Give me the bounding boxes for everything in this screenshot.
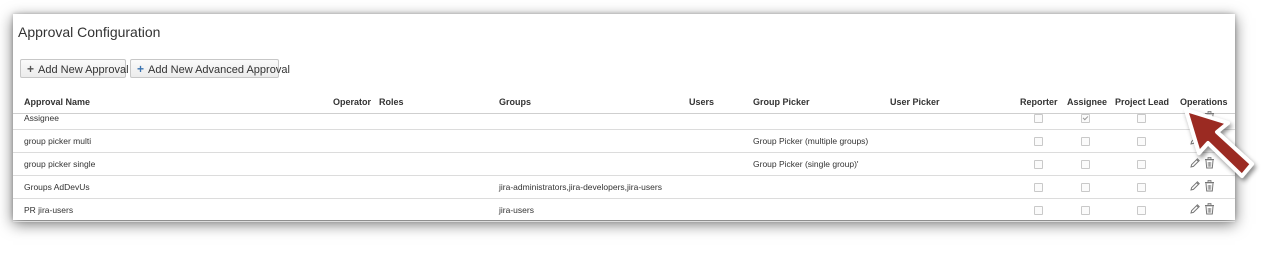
assignee-checkbox[interactable] (1081, 114, 1090, 123)
project-lead-checkbox[interactable] (1137, 114, 1146, 123)
table-row: group picker single Group Picker (single … (13, 153, 1235, 176)
assignee-checkbox[interactable] (1081, 160, 1090, 169)
reporter-checkbox[interactable] (1034, 114, 1043, 123)
cell-groups: jira-administrators,jira-developers,jira… (499, 182, 662, 192)
assignee-checkbox[interactable] (1081, 206, 1090, 215)
cell-name: group picker multi (24, 136, 92, 146)
cell-name: Assignee (24, 113, 59, 123)
project-lead-checkbox[interactable] (1137, 160, 1146, 169)
plus-icon: + (137, 62, 145, 76)
assignee-checkbox[interactable] (1081, 183, 1090, 192)
cell-name: Groups AdDevUs (24, 182, 90, 192)
reporter-checkbox[interactable] (1034, 206, 1043, 215)
cell-group-picker: Group Picker (multiple groups) (753, 136, 869, 146)
table-row: PR jira-users jira-users (13, 199, 1235, 222)
reporter-checkbox[interactable] (1034, 160, 1043, 169)
project-lead-checkbox[interactable] (1137, 183, 1146, 192)
project-lead-checkbox[interactable] (1137, 137, 1146, 146)
cell-group-picker: Group Picker (single group)' (753, 159, 859, 169)
reporter-checkbox[interactable] (1034, 183, 1043, 192)
cell-groups: jira-users (499, 205, 534, 215)
table-row: group picker multi Group Picker (multiple… (13, 130, 1235, 153)
assignee-checkbox[interactable] (1081, 137, 1090, 146)
add-new-approval-button[interactable]: + Add New Approval (20, 59, 129, 78)
table-row: Assignee (13, 107, 1235, 130)
add-new-advanced-approval-button[interactable]: + Add New Advanced Approval (130, 59, 290, 78)
arrow-pointer-icon (1184, 108, 1254, 178)
page-title: Approval Configuration (18, 24, 161, 40)
plus-icon: + (27, 62, 35, 76)
cell-name: PR jira-users (24, 205, 74, 215)
add-new-advanced-approval-label: Add New Advanced Approval (148, 64, 290, 76)
add-new-approval-label: Add New Approval (38, 64, 129, 76)
cell-name: group picker single (24, 159, 96, 169)
approval-configuration-panel: Approval Configuration + Add New Approval… (13, 14, 1235, 222)
reporter-checkbox[interactable] (1034, 137, 1043, 146)
project-lead-checkbox[interactable] (1137, 206, 1146, 215)
table-row: Groups AdDevUs jira-administrators,jira-d… (13, 176, 1235, 199)
